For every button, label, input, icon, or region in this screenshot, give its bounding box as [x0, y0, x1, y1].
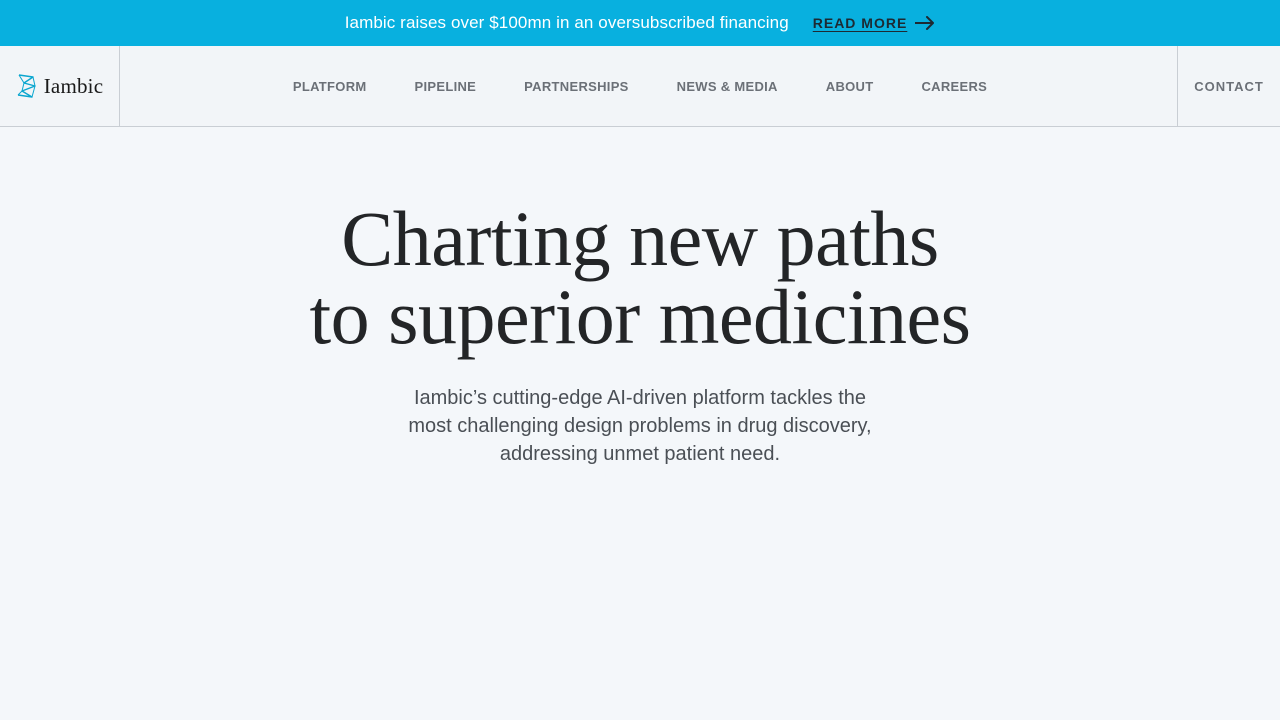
nav-item-partnerships[interactable]: PARTNERSHIPS: [524, 79, 628, 94]
logo[interactable]: Iambic: [0, 46, 120, 126]
nav-item-pipeline[interactable]: PIPELINE: [415, 79, 477, 94]
iambic-logo-icon: [17, 74, 36, 98]
read-more-link[interactable]: READ MORE: [813, 15, 936, 31]
nav-links: PLATFORM PIPELINE PARTNERSHIPS NEWS & ME…: [0, 46, 1280, 126]
hero-section: Charting new paths to superior medicines…: [0, 200, 1280, 468]
arrow-right-icon: [915, 16, 935, 30]
nav-item-news-media[interactable]: NEWS & MEDIA: [677, 79, 778, 94]
read-more-label: READ MORE: [812, 15, 908, 31]
nav-item-careers[interactable]: CAREERS: [921, 79, 987, 94]
logo-wordmark: Iambic: [43, 73, 104, 98]
contact-button[interactable]: CONTACT: [1177, 46, 1280, 126]
main-nav: Iambic PLATFORM PIPELINE PARTNERSHIPS NE…: [0, 46, 1280, 127]
hero-title: Charting new paths to superior medicines: [0, 200, 1280, 356]
nav-item-about[interactable]: ABOUT: [826, 79, 874, 94]
hero-title-line-1: Charting new paths: [341, 195, 939, 282]
announcement-banner: Iambic raises over $100mn in an oversubs…: [0, 0, 1280, 46]
hero-subtitle: Iambic’s cutting-edge AI-driven platform…: [408, 387, 872, 465]
nav-item-platform[interactable]: PLATFORM: [293, 79, 367, 94]
hero-title-line-2: to superior medicines: [309, 273, 972, 360]
banner-text: Iambic raises over $100mn in an oversubs…: [344, 13, 789, 32]
